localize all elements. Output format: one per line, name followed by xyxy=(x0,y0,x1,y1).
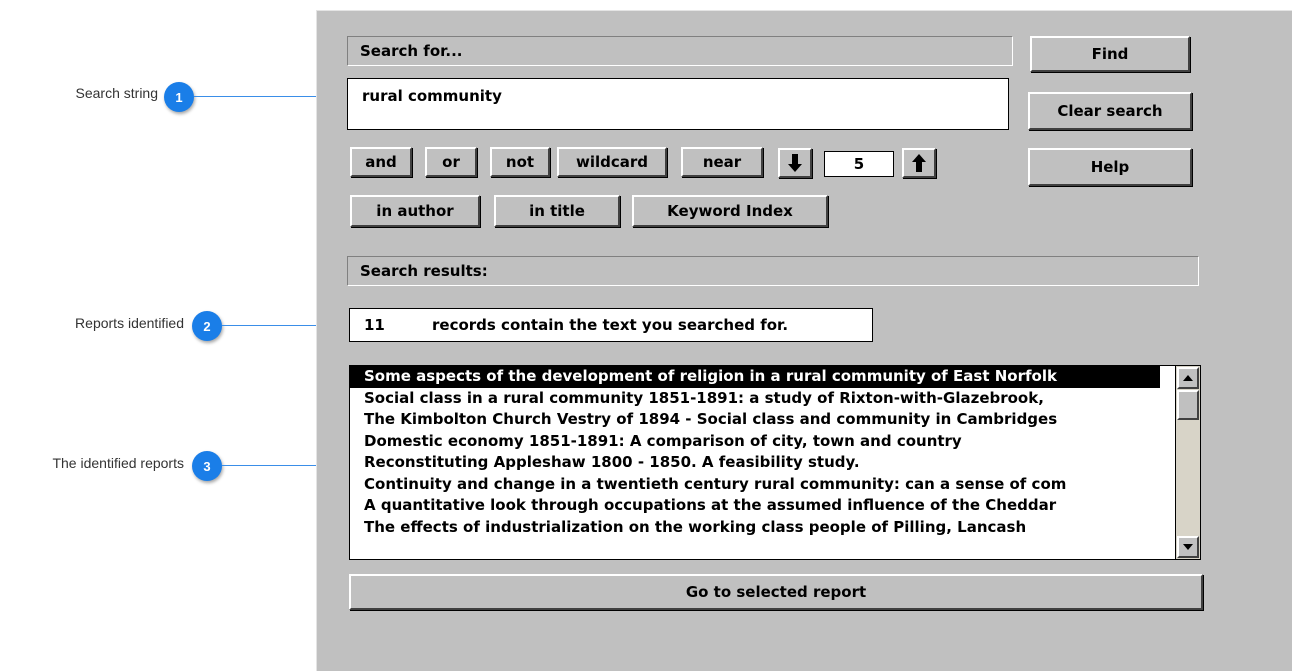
results-scrollbar[interactable] xyxy=(1175,366,1200,559)
callout-badge-2: 2 xyxy=(192,311,222,341)
arrow-down-icon xyxy=(788,154,802,172)
list-item[interactable]: The Kimbolton Church Vestry of 1894 - So… xyxy=(350,409,1160,431)
find-button[interactable]: Find xyxy=(1030,36,1190,72)
list-item[interactable]: The effects of industrialization on the … xyxy=(350,517,1160,539)
list-item-selected[interactable]: Some aspects of the development of relig… xyxy=(350,366,1160,388)
callout-badge-3: 3 xyxy=(192,451,222,481)
increase-arrow-button[interactable] xyxy=(902,148,936,178)
scrollbar-thumb[interactable] xyxy=(1177,390,1199,420)
results-list[interactable]: Some aspects of the development of relig… xyxy=(349,365,1201,560)
search-results-header: Search results: xyxy=(347,256,1199,286)
callout-badge-1: 1 xyxy=(164,82,194,112)
triangle-up-icon xyxy=(1183,375,1193,381)
scroll-down-button[interactable] xyxy=(1177,536,1199,558)
list-item[interactable]: Social class in a rural community 1851-1… xyxy=(350,388,1160,410)
keyword-index-button[interactable]: Keyword Index xyxy=(632,195,828,227)
search-for-header: Search for... xyxy=(347,36,1013,66)
search-input[interactable]: rural community xyxy=(347,78,1009,130)
callout-label-search-string: Search string xyxy=(75,85,158,101)
go-to-selected-report-button[interactable]: Go to selected report xyxy=(349,574,1203,610)
decrease-arrow-button[interactable] xyxy=(778,148,812,178)
in-author-button[interactable]: in author xyxy=(350,195,480,227)
help-button[interactable]: Help xyxy=(1028,148,1192,186)
scroll-up-button[interactable] xyxy=(1177,367,1199,389)
list-item[interactable]: Continuity and change in a twentieth cen… xyxy=(350,474,1160,496)
in-title-button[interactable]: in title xyxy=(494,195,620,227)
triangle-down-icon xyxy=(1183,544,1193,550)
or-button[interactable]: or xyxy=(425,147,477,177)
clear-search-button[interactable]: Clear search xyxy=(1028,92,1192,130)
list-item[interactable]: Domestic economy 1851-1891: A comparison… xyxy=(350,431,1160,453)
arrow-up-icon xyxy=(912,154,926,172)
wildcard-button[interactable]: wildcard xyxy=(557,147,667,177)
results-count-box: 11 records contain the text you searched… xyxy=(349,308,873,342)
not-button[interactable]: not xyxy=(490,147,550,177)
list-item[interactable]: Reconstituting Appleshaw 1800 - 1850. A … xyxy=(350,452,1160,474)
callout-label-reports-identified: Reports identified xyxy=(75,315,184,331)
and-button[interactable]: and xyxy=(350,147,412,177)
results-count-text: records contain the text you searched fo… xyxy=(432,316,789,334)
callout-label-identified-reports: The identified reports xyxy=(52,455,184,471)
list-item[interactable]: A quantitative look through occupations … xyxy=(350,495,1160,517)
near-button[interactable]: near xyxy=(681,147,763,177)
results-count: 11 xyxy=(364,316,385,334)
near-distance-field[interactable]: 5 xyxy=(824,151,894,177)
